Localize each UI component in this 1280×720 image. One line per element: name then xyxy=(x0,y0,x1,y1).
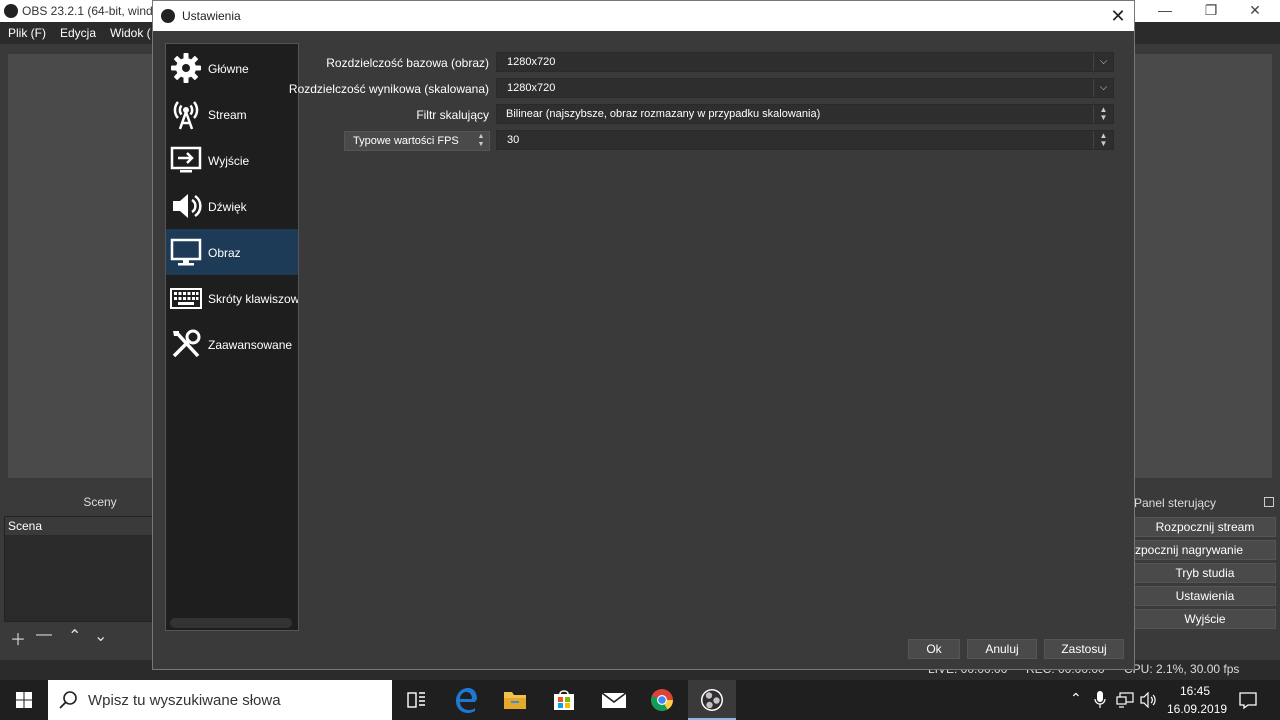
sidebar-item-label: Skróty klawiszowe xyxy=(208,292,299,306)
chevron-up-icon[interactable]: ⌃ xyxy=(1070,690,1082,707)
clock-time[interactable]: 16:45 xyxy=(1180,684,1210,698)
output-resolution-value: 1280x720 xyxy=(507,82,556,94)
fps-type-value: Typowe wartości FPS xyxy=(353,135,459,147)
up-down-arrows-icon[interactable]: ▲ ▼ xyxy=(1093,105,1113,123)
monitor-icon xyxy=(170,238,202,266)
list-item[interactable]: Scena xyxy=(5,517,153,535)
sidebar-item-label: Dźwięk xyxy=(208,200,247,214)
keyboard-icon xyxy=(170,288,202,309)
tools-icon xyxy=(172,329,201,358)
taskbar: Wpisz tu wyszukiwane słowa ⌃ 16:45 16.09… xyxy=(0,680,1280,720)
antenna-icon xyxy=(173,101,199,130)
chevron-down-icon[interactable]: ⌵ xyxy=(1093,79,1113,97)
edge-browser-icon[interactable] xyxy=(442,680,490,720)
chevron-down-icon[interactable]: ⌵ xyxy=(1093,53,1113,71)
cpu-status: CPU: 2.1%, 30.00 fps xyxy=(1124,662,1240,676)
sidebar-item-stream[interactable]: Stream xyxy=(166,91,298,137)
dialog-titlebar: Ustawienia ✕ xyxy=(153,1,1134,31)
apply-button[interactable]: Zastosuj xyxy=(1044,639,1124,659)
sidebar-item-hotkeys[interactable]: Skróty klawiszowe xyxy=(166,275,299,321)
sidebar-item-advanced[interactable]: Zaawansowane xyxy=(166,321,298,367)
notifications-icon[interactable] xyxy=(1238,690,1258,710)
task-view-icon[interactable] xyxy=(392,680,440,720)
remove-icon[interactable]: — xyxy=(36,626,52,644)
ok-button[interactable]: Ok xyxy=(908,639,960,659)
control-dock-header: Panel sterujący xyxy=(1134,496,1217,510)
volume-icon[interactable] xyxy=(1140,692,1158,708)
exit-button[interactable]: Wyjście xyxy=(1134,609,1276,629)
start-stream-button[interactable]: Rozpocznij stream xyxy=(1134,517,1276,537)
settings-button[interactable]: Ustawienia xyxy=(1134,586,1276,606)
settings-sidebar: Główne Stream Wyjście Dźwięk Obraz Skrót… xyxy=(165,43,299,631)
sidebar-item-audio[interactable]: Dźwięk xyxy=(166,183,298,229)
output-icon xyxy=(170,146,202,173)
close-icon[interactable]: ✕ xyxy=(1232,0,1278,22)
scale-filter-label: Filtr skalujący xyxy=(416,108,489,122)
network-icon[interactable] xyxy=(1116,692,1134,708)
sidebar-item-label: Zaawansowane xyxy=(208,338,293,352)
add-icon[interactable]: ＋ xyxy=(10,626,26,650)
obs-logo-icon xyxy=(161,9,175,23)
fps-type-select[interactable]: Typowe wartości FPS ▲ ▼ xyxy=(344,131,490,151)
sidebar-item-general[interactable]: Główne xyxy=(166,45,298,91)
scale-filter-value: Bilinear (najszybsze, obraz rozmazany w … xyxy=(506,108,821,120)
up-down-arrows-icon[interactable]: ▲ ▼ xyxy=(473,132,489,150)
sidebar-item-label: Obraz xyxy=(208,246,241,260)
file-explorer-icon[interactable] xyxy=(491,680,539,720)
menu-file[interactable]: Plik (F) xyxy=(8,26,46,40)
scale-filter-select[interactable]: Bilinear (najszybsze, obraz rozmazany w … xyxy=(496,104,1114,124)
move-down-icon[interactable]: ⌄ xyxy=(94,626,107,646)
sidebar-item-label: Stream xyxy=(208,108,247,122)
output-resolution-combo[interactable]: 1280x720 ⌵ xyxy=(496,78,1114,98)
start-recording-button[interactable]: zpocznij nagrywanie xyxy=(1134,540,1276,560)
microphone-icon[interactable] xyxy=(1094,691,1106,709)
sidebar-item-video[interactable]: Obraz xyxy=(166,229,298,275)
clock-date[interactable]: 16.09.2019 xyxy=(1167,702,1227,716)
base-resolution-value: 1280x720 xyxy=(507,56,556,68)
taskbar-search[interactable]: Wpisz tu wyszukiwane słowa xyxy=(48,680,392,720)
fps-value: 30 xyxy=(507,134,520,146)
undock-icon[interactable] xyxy=(1264,497,1274,507)
obs-taskbar-app[interactable] xyxy=(688,680,736,720)
cancel-button[interactable]: Anuluj xyxy=(967,639,1037,659)
menu-view[interactable]: Widok ( xyxy=(110,26,151,40)
sidebar-item-output[interactable]: Wyjście xyxy=(166,137,298,183)
sidebar-item-label: Główne xyxy=(208,62,249,76)
base-resolution-label: Rozdzielczość bazowa (obraz) xyxy=(326,56,489,70)
fps-value-select[interactable]: 30 ▲ ▼ xyxy=(496,130,1114,150)
output-resolution-label: Rozdzielczość wynikowa (skalowana) xyxy=(288,82,489,96)
up-down-arrows-icon[interactable]: ▲ ▼ xyxy=(1093,131,1113,149)
studio-mode-button[interactable]: Tryb studia xyxy=(1134,563,1276,583)
minimize-icon[interactable]: — xyxy=(1142,0,1188,22)
scenes-list[interactable]: Scena xyxy=(4,516,154,622)
search-icon xyxy=(59,691,77,709)
search-input[interactable]: Wpisz tu wyszukiwane słowa xyxy=(88,692,281,709)
dialog-title: Ustawienia xyxy=(182,9,241,23)
mail-icon[interactable] xyxy=(590,680,638,720)
obs-logo-icon xyxy=(701,689,723,711)
obs-window-title: OBS 23.2.1 (64-bit, windo xyxy=(22,4,160,18)
settings-dialog: Ustawienia ✕ Główne Stream Wyjście Dźwię… xyxy=(152,0,1135,670)
base-resolution-combo[interactable]: 1280x720 ⌵ xyxy=(496,52,1114,72)
scenes-toolbar: ＋ — ⌃ ⌄ xyxy=(4,624,154,650)
sidebar-item-label: Wyjście xyxy=(208,154,250,168)
store-icon[interactable] xyxy=(540,680,588,720)
speaker-icon xyxy=(173,194,202,218)
close-icon[interactable]: ✕ xyxy=(1108,5,1128,27)
chrome-icon[interactable] xyxy=(638,680,686,720)
sidebar-scrollbar[interactable] xyxy=(170,618,292,628)
move-up-icon[interactable]: ⌃ xyxy=(68,626,81,646)
menu-edit[interactable]: Edycja xyxy=(60,26,96,40)
gear-icon xyxy=(171,53,201,83)
obs-logo-icon xyxy=(4,4,18,18)
restore-icon[interactable]: ❐ xyxy=(1188,0,1234,22)
windows-start-icon[interactable] xyxy=(0,680,48,720)
